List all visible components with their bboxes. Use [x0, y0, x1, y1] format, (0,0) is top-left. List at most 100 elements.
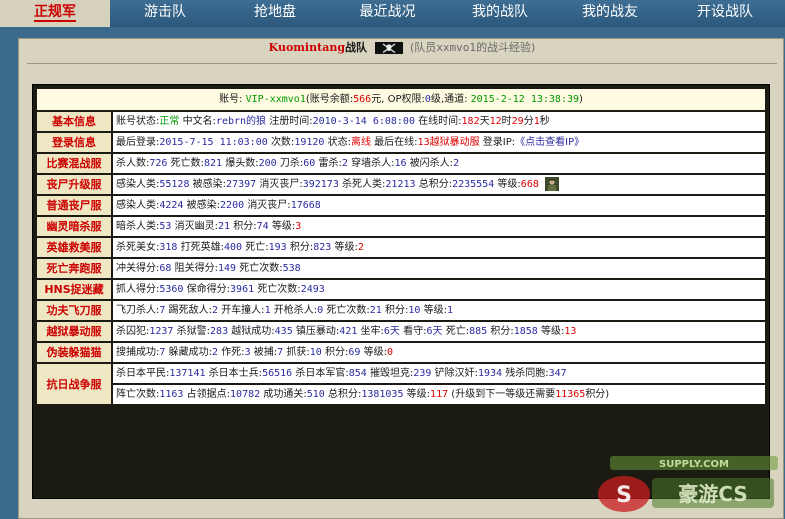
nav-tab-regular-army[interactable]: 正规军: [0, 0, 110, 27]
stat-value: 283: [210, 326, 229, 337]
nav-tab-recent-battles[interactable]: 最近战况: [330, 0, 445, 27]
stat-value: 0: [317, 305, 324, 316]
stat-label: 成功通关:: [263, 389, 307, 400]
view-ip-link[interactable]: 《点击查看IP》: [515, 137, 584, 148]
stat-label: 等级:: [271, 221, 296, 232]
stat-value: 3961: [230, 284, 255, 295]
stat-value: 2: [211, 347, 218, 358]
stat-label: 被闪杀人:: [409, 158, 454, 169]
stat-label: 消灭丧尸:: [247, 200, 291, 211]
stat-value: 193: [268, 242, 287, 253]
stat-value: 347: [548, 368, 567, 379]
stat-label: 刀杀:: [279, 158, 304, 169]
row-data-login: 最后登录:2015-7-15 11:03:00 次数:19120 状态:离线 最…: [113, 133, 765, 152]
stat-label: 等级:: [334, 242, 358, 253]
stat-value: 10782: [230, 389, 261, 400]
stat-label: 积分:: [384, 305, 409, 316]
account-id: VIP-xxmvo1: [245, 94, 306, 105]
row-title-zombie-up: 丧尸升级服: [37, 175, 111, 194]
table-row: 丧尸升级服 感染人类:55128 被感染:27397 消灭丧尸:392173 杀…: [37, 175, 765, 194]
stat-value: 21: [217, 221, 231, 232]
stat-value: 3: [244, 347, 251, 358]
table-row: 比赛混战服 杀人数:726 死亡数:821 爆头数:200 刀杀:60 雷杀:2…: [37, 154, 765, 173]
stat-value: 1934: [477, 368, 503, 379]
stat-value: 435: [274, 326, 293, 337]
stat-label: 中文名:: [182, 116, 216, 127]
stat-label: 阵亡次数:: [116, 389, 160, 400]
account-close: ): [579, 94, 583, 105]
clan-name[interactable]: Kuomintang: [269, 41, 345, 54]
stat-value: 1163: [159, 389, 184, 400]
stat-label: 积分): [585, 389, 610, 400]
row-data-zombie-normal: 感染人类:4224 被感染:2200 消灭丧尸:17668: [113, 196, 765, 215]
stat-label: 残杀同胞:: [505, 368, 549, 379]
balance-value: 566: [353, 94, 372, 105]
nav-tab-territory[interactable]: 抢地盘: [220, 0, 330, 27]
stat-value: 538: [282, 263, 301, 274]
stat-label: 感染人类:: [116, 200, 160, 211]
stat-value: 53: [159, 221, 172, 232]
stat-label: 死亡次数:: [326, 305, 370, 316]
stat-label: 搜捕成功:: [116, 347, 160, 358]
table-row: 登录信息 最后登录:2015-7-15 11:03:00 次数:19120 状态…: [37, 133, 765, 152]
row-title-ghost: 幽灵暗杀服: [37, 217, 111, 236]
stat-label: 杀死人类:: [342, 179, 386, 190]
stat-label: 作死:: [221, 347, 245, 358]
soldier-rank-icon: [545, 177, 560, 191]
nav-tab-create-clan[interactable]: 开设战队: [665, 0, 785, 27]
stat-value: 56516: [262, 368, 293, 379]
table-row: 基本信息 账号状态:正常 中文名:rebrn的狼 注册时间:2010-3-14 …: [37, 112, 765, 131]
stat-label: 总积分:: [327, 389, 362, 400]
stat-label: 杀日本军官:: [295, 368, 349, 379]
stat-label: 等级:: [423, 305, 447, 316]
stat-label: 死亡:: [245, 242, 269, 253]
stat-value: 55128: [159, 179, 190, 190]
stat-value: 392173: [302, 179, 339, 190]
stat-label: 消灭幽灵:: [174, 221, 218, 232]
svg-text:S: S: [616, 483, 632, 508]
nav-tab-my-clan[interactable]: 我的战队: [445, 0, 555, 27]
row-data-war-1: 杀日本平民:137141 杀日本士兵:56516 杀日本军官:854 摧毁坦克:…: [113, 364, 765, 383]
stat-label: 积分:: [233, 221, 257, 232]
nav-tab-guerrilla[interactable]: 游击队: [110, 0, 220, 27]
stat-label: 死亡:: [445, 326, 470, 337]
nav-tab-my-friends[interactable]: 我的战友: [555, 0, 665, 27]
nav-tab-label: 我的战队: [472, 4, 528, 20]
row-data-war-2: 阵亡次数:1163 占领据点:10782 成功通关:510 总积分:138103…: [113, 385, 765, 404]
title-divider: [27, 63, 777, 64]
stat-value: 823: [313, 242, 332, 253]
cn-name: rebrn的狼: [215, 116, 267, 127]
stat-value: 318: [159, 242, 178, 253]
stat-value: 149: [217, 263, 237, 274]
stat-value: 60: [303, 158, 316, 169]
stat-label: 积分:: [324, 347, 349, 358]
stat-value: 2493: [300, 284, 325, 295]
nav-tab-label: 最近战况: [359, 4, 416, 20]
table-row: HNS捉迷藏 抓人得分:5360 保命得分:3961 死亡次数:2493: [37, 280, 765, 299]
stat-label: 状态:: [327, 137, 351, 148]
nav-tab-label: 开设战队: [697, 4, 753, 20]
stat-value: 726: [149, 158, 168, 169]
row-title-basic: 基本信息: [37, 112, 111, 131]
level-value: 117: [430, 389, 449, 400]
level-value: 0: [386, 347, 393, 358]
table-row: 阵亡次数:1163 占领据点:10782 成功通关:510 总积分:138103…: [37, 385, 765, 404]
stat-label: 杀日本士兵:: [208, 368, 263, 379]
balance-label: (账号余额:: [305, 94, 354, 105]
stat-value: 510: [306, 389, 325, 400]
table-row: 功夫飞刀服 飞刀杀人:7 踢死敌人:2 开车撞人:1 开枪杀人:0 死亡次数:2…: [37, 301, 765, 320]
unit: 天: [479, 116, 490, 127]
account-cell: 账号: VIP-xxmvo1(账号余额:566元, OP权限:0级,通道: 20…: [37, 89, 765, 110]
stat-value: 2: [211, 305, 218, 316]
op-label: OP权限:: [387, 94, 425, 105]
stat-label: 坐牢:: [360, 326, 384, 337]
top-nav: 正规军 游击队 抢地盘 最近战况 我的战队 我的战友 开设战队: [0, 0, 785, 27]
stat-label: 杀日本平民:: [116, 368, 170, 379]
stat-value: 885: [469, 326, 488, 337]
skull-flag-icon: [374, 42, 403, 54]
table-row: 越狱暴动服 杀囚犯:1237 杀狱警:283 越狱成功:435 镇压暴动:421…: [37, 322, 765, 341]
stat-label: 被捕:: [253, 347, 278, 358]
stat-value: 200: [258, 158, 277, 169]
level-value: 2: [357, 242, 364, 253]
row-data-ghost: 暗杀人类:53 消灭幽灵:21 积分:74 等级:3: [113, 217, 765, 236]
